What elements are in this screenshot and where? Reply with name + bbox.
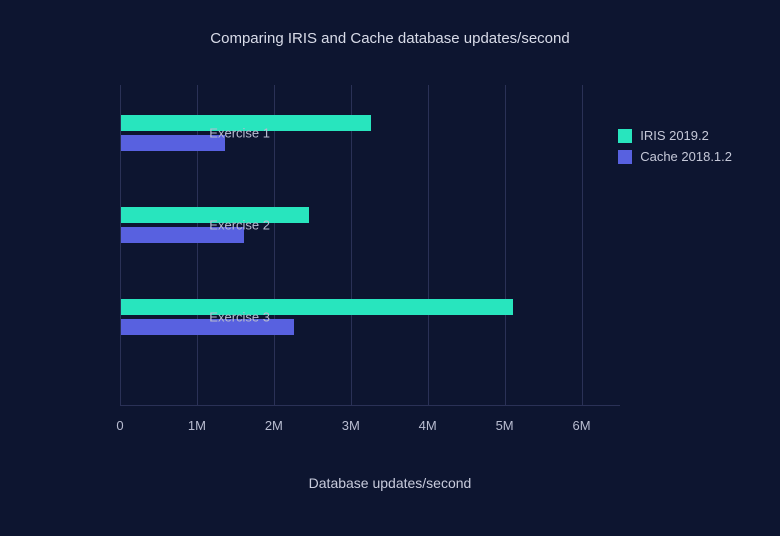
gridline <box>505 85 506 405</box>
gridline <box>582 85 583 405</box>
legend-item-cache: Cache 2018.1.2 <box>618 149 732 164</box>
x-axis-label: Database updates/second <box>0 475 780 491</box>
legend-swatch-icon <box>618 129 632 143</box>
y-category-label: Exercise 3 <box>209 310 270 325</box>
y-category-label: Exercise 1 <box>209 126 270 141</box>
x-tick-label: 0 <box>116 418 123 433</box>
chart-title: Comparing IRIS and Cache database update… <box>0 0 780 47</box>
legend-label: IRIS 2019.2 <box>640 128 709 143</box>
legend-item-iris: IRIS 2019.2 <box>618 128 732 143</box>
plot-area <box>120 85 620 405</box>
gridline <box>351 85 352 405</box>
bar-iris <box>121 299 513 315</box>
legend-swatch-icon <box>618 150 632 164</box>
y-axis-line <box>120 85 121 405</box>
x-tick-label: 2M <box>265 418 283 433</box>
x-tick-label: 3M <box>342 418 360 433</box>
legend: IRIS 2019.2 Cache 2018.1.2 <box>618 128 732 170</box>
gridline <box>428 85 429 405</box>
x-tick-label: 1M <box>188 418 206 433</box>
y-category-label: Exercise 2 <box>209 218 270 233</box>
gridline <box>274 85 275 405</box>
x-axis-line <box>120 405 620 406</box>
x-tick-label: 4M <box>419 418 437 433</box>
x-tick-label: 6M <box>573 418 591 433</box>
legend-label: Cache 2018.1.2 <box>640 149 732 164</box>
x-tick-label: 5M <box>496 418 514 433</box>
gridline <box>197 85 198 405</box>
